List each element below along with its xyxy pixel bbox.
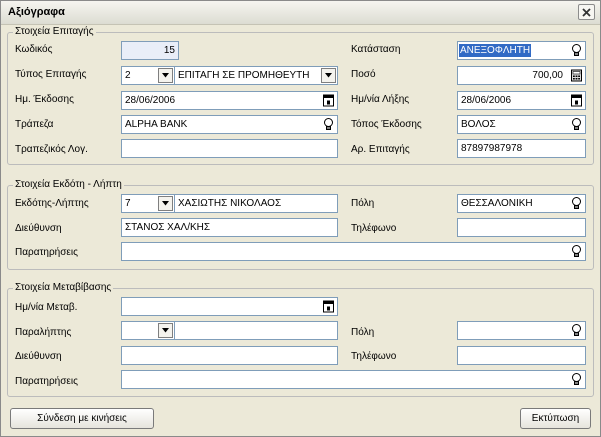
transfer-phone-label: Τηλέφωνο: [351, 351, 397, 362]
lightbulb-icon: [572, 197, 581, 209]
lightbulb-icon: [572, 245, 581, 257]
cheque-number-field[interactable]: 87897987978: [457, 139, 586, 158]
calendar-icon: [323, 300, 334, 313]
calendar-icon: [323, 94, 334, 107]
transfer-city-field[interactable]: [457, 321, 586, 340]
status-field[interactable]: ΑΝΕΞΟΦΛΗΤΗ: [457, 41, 586, 60]
bank-label: Τράπεζα: [15, 119, 54, 130]
receiver-label: Παραλήπτης: [15, 327, 72, 338]
chevron-down-icon: [325, 73, 332, 78]
status-lookup-button[interactable]: [569, 43, 584, 58]
bank-field[interactable]: ALPHA BANK: [121, 115, 338, 134]
issue-place-field[interactable]: ΒΟΛΟΣ: [457, 115, 586, 134]
link-movements-button[interactable]: Σύνδεση με κινήσεις: [10, 408, 154, 429]
issuer-city-lookup-button[interactable]: [569, 196, 584, 211]
lightbulb-icon: [572, 373, 581, 385]
chevron-down-icon: [162, 328, 169, 333]
issuer-details-legend: Στοιχεία Εκδότη - Λήπτη: [13, 179, 124, 190]
lightbulb-icon: [572, 324, 581, 336]
transfer-date-label: Ημ/νία Μεταβ.: [15, 302, 78, 313]
chevron-down-icon: [162, 201, 169, 206]
lightbulb-icon: [324, 118, 333, 130]
transfer-date-field[interactable]: [121, 297, 338, 316]
cheque-type-label: Τύπος Επιταγής: [15, 69, 87, 80]
party-name-field[interactable]: ΧΑΣΙΩΤΗΣ ΝΙΚΟΛΑΟΣ: [175, 194, 338, 213]
issue-date-calendar-button[interactable]: [321, 93, 336, 108]
transfer-notes-label: Παρατηρήσεις: [15, 376, 78, 387]
issue-place-label: Τόπος Έκδοσης: [351, 119, 422, 130]
transfer-address-label: Διεύθυνση: [15, 351, 62, 362]
transfer-city-label: Πόλη: [351, 327, 375, 338]
issuer-notes-field[interactable]: [121, 242, 586, 261]
calendar-icon: [571, 94, 582, 107]
code-label: Κωδικός: [15, 44, 53, 55]
transfer-details-legend: Στοιχεία Μεταβίβασης: [13, 282, 114, 293]
close-icon: [582, 7, 591, 17]
cheque-type-code-field[interactable]: 2: [121, 66, 175, 85]
calculator-icon: [571, 69, 582, 82]
bank-lookup-button[interactable]: [321, 117, 336, 132]
transfer-address-field[interactable]: [121, 346, 338, 365]
cheque-details-legend: Στοιχεία Επιταγής: [13, 26, 96, 37]
issue-date-label: Ημ. Έκδοσης: [15, 94, 74, 105]
lightbulb-icon: [572, 118, 581, 130]
bank-account-field[interactable]: [121, 139, 338, 158]
print-button[interactable]: Εκτύπωση: [520, 408, 591, 429]
amount-label: Ποσό: [351, 69, 376, 80]
status-label: Κατάσταση: [351, 44, 401, 55]
party-code-field[interactable]: 7: [121, 194, 175, 213]
issue-place-lookup-button[interactable]: [569, 117, 584, 132]
code-field[interactable]: 15: [121, 41, 179, 60]
issue-date-field[interactable]: 28/06/2006: [121, 91, 338, 110]
chevron-down-icon: [162, 73, 169, 78]
cheque-type-description-dropdown[interactable]: [321, 68, 336, 83]
transfer-notes-lookup-button[interactable]: [569, 372, 584, 387]
issuer-address-field[interactable]: ΣΤΑΝΟΣ ΧΑΛ/ΚΗΣ: [121, 218, 338, 237]
party-label: Εκδότης-Λήπτης: [15, 198, 89, 209]
issuer-city-field[interactable]: ΘΕΣΣΑΛΟΝΙΚΗ: [457, 194, 586, 213]
receiver-code-field[interactable]: [121, 321, 175, 340]
close-button[interactable]: [578, 4, 595, 20]
amount-calculator-button[interactable]: [569, 68, 584, 83]
receiver-dropdown-button[interactable]: [158, 323, 173, 338]
transfer-city-lookup-button[interactable]: [569, 323, 584, 338]
cheque-type-description[interactable]: ΕΠΙΤΑΓΗ ΣΕ ΠΡΟΜΗΘΕΥΤΗ: [175, 66, 338, 85]
cheque-type-dropdown-button[interactable]: [158, 68, 173, 83]
transfer-notes-field[interactable]: [121, 370, 586, 389]
transfer-date-calendar-button[interactable]: [321, 299, 336, 314]
amount-field[interactable]: 700,00: [457, 66, 586, 85]
issuer-city-label: Πόλη: [351, 198, 375, 209]
issuer-phone-field[interactable]: [457, 218, 586, 237]
issuer-phone-label: Τηλέφωνο: [351, 223, 397, 234]
issuer-notes-lookup-button[interactable]: [569, 244, 584, 259]
due-date-field[interactable]: 28/06/2006: [457, 91, 586, 110]
issuer-notes-label: Παρατηρήσεις: [15, 247, 78, 258]
cheques-window: Αξιόγραφα Στοιχεία Επιταγής Κωδικός 15 Τ…: [0, 0, 601, 437]
party-dropdown-button[interactable]: [158, 196, 173, 211]
title-bar: Αξιόγραφα: [1, 1, 600, 25]
issuer-address-label: Διεύθυνση: [15, 223, 62, 234]
cheque-number-label: Αρ. Επιταγής: [351, 144, 410, 155]
receiver-name-field[interactable]: [175, 321, 338, 340]
due-date-label: Ημ/νία Λήξης: [351, 94, 410, 105]
transfer-phone-field[interactable]: [457, 346, 586, 365]
bank-account-label: Τραπεζικός Λογ.: [15, 144, 88, 155]
due-date-calendar-button[interactable]: [569, 93, 584, 108]
window-title: Αξιόγραφα: [8, 6, 65, 18]
lightbulb-icon: [572, 44, 581, 56]
